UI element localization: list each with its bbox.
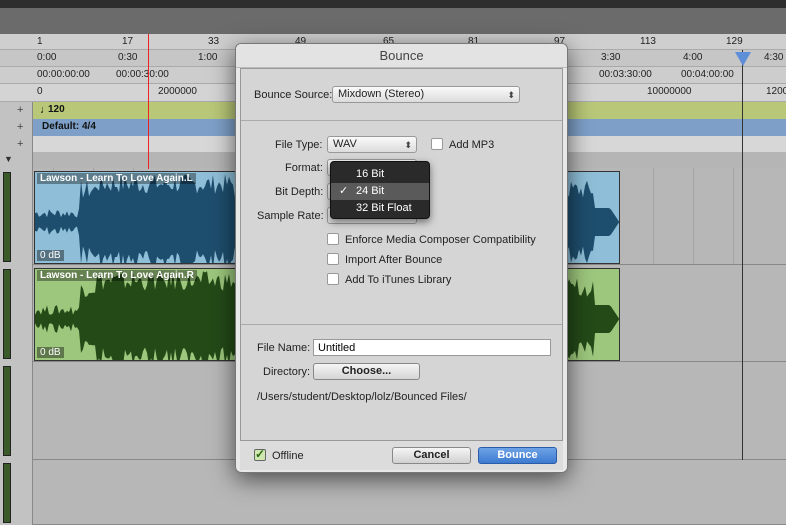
menu-item-16-bit[interactable]: 16 Bit xyxy=(331,166,429,183)
edit-cursor-line xyxy=(742,50,743,460)
samples-tick: 2000000 xyxy=(158,86,197,97)
bar-tick: 1 xyxy=(37,36,43,47)
bit-depth-menu: 16 Bit ✓ 24 Bit 32 Bit Float xyxy=(330,161,430,219)
timecode-tick: 00:04:00:00 xyxy=(681,69,734,80)
menu-item-label: 16 Bit xyxy=(356,168,385,180)
minsec-tick: 4:00 xyxy=(683,52,703,63)
bar-tick: 113 xyxy=(640,36,656,47)
clip-name: Lawson - Learn To Love Again.R xyxy=(37,270,197,281)
file-type-label: File Type: xyxy=(275,139,323,151)
dialog-footer: ✓ Offline Cancel Bounce xyxy=(240,440,563,470)
minsec-tick: 4:30 xyxy=(764,52,784,63)
offline-label: Offline xyxy=(272,450,304,462)
import-after-checkbox[interactable] xyxy=(327,253,339,265)
file-type-select[interactable]: WAV ⬍ xyxy=(327,136,417,153)
menu-item-24-bit[interactable]: ✓ 24 Bit xyxy=(331,183,429,200)
timecode-tick: 00:03:30:00 xyxy=(599,69,652,80)
clip-name: Lawson - Learn To Love Again.L xyxy=(37,173,196,184)
samples-tick: 1200 xyxy=(766,86,786,97)
chevron-down-icon: ⬍ xyxy=(404,140,412,150)
samples-tick: 10000000 xyxy=(647,86,692,97)
format-label: Format: xyxy=(285,162,323,174)
level-meter xyxy=(3,269,11,359)
bounce-dialog: Bounce Bounce Source: Mixdown (Stereo) ⬍… xyxy=(235,43,568,473)
import-after-label: Import After Bounce xyxy=(345,254,443,266)
file-type-value: WAV xyxy=(333,138,357,150)
add-itunes-checkbox[interactable] xyxy=(327,273,339,285)
minsec-tick: 3:30 xyxy=(601,52,621,63)
bar-tick: 17 xyxy=(122,36,134,47)
minsec-tick: 0:00 xyxy=(37,52,57,63)
choose-directory-button[interactable]: Choose... xyxy=(313,363,420,380)
checkmark-icon: ✓ xyxy=(339,185,349,197)
level-meter xyxy=(3,172,11,262)
bounce-source-label: Bounce Source: xyxy=(254,89,333,101)
file-name-label: File Name: xyxy=(257,342,311,354)
playhead-line xyxy=(148,34,149,169)
bar-tick: 129 xyxy=(726,36,743,47)
add-tempo-icon[interactable]: + xyxy=(17,104,23,116)
top-strip xyxy=(0,0,786,8)
minsec-tick: 1:00 xyxy=(198,52,218,63)
divider xyxy=(241,120,562,121)
bounce-source-value: Mixdown (Stereo) xyxy=(338,88,425,100)
level-meter xyxy=(3,366,11,456)
directory-path: /Users/student/Desktop/lolz/Bounced File… xyxy=(257,391,467,403)
toolbar-area xyxy=(0,8,786,34)
checkmark-icon: ✓ xyxy=(255,447,266,461)
add-marker-icon[interactable]: + xyxy=(17,138,23,150)
tempo-value: 120 xyxy=(48,104,65,115)
bounce-source-select[interactable]: Mixdown (Stereo) ⬍ xyxy=(332,86,520,103)
add-mp3-checkbox[interactable] xyxy=(431,138,443,150)
clip-gain[interactable]: 0 dB xyxy=(37,250,64,261)
menu-item-label: 32 Bit Float xyxy=(356,202,412,214)
dialog-title: Bounce xyxy=(236,44,567,68)
meter-value: Default: 4/4 xyxy=(42,121,96,132)
bit-depth-label: Bit Depth: xyxy=(275,186,324,198)
menu-item-label: 24 Bit xyxy=(356,185,385,197)
sample-rate-label: Sample Rate: xyxy=(257,210,324,222)
dialog-body: Bounce Source: Mixdown (Stereo) ⬍ File T… xyxy=(240,68,563,470)
minsec-tick: 0:30 xyxy=(118,52,138,63)
timecode-tick: 00:00:30:00 xyxy=(116,69,169,80)
track-menu-icon[interactable]: ▼ xyxy=(4,154,13,164)
clip-gain[interactable]: 0 dB xyxy=(37,347,64,358)
samples-tick: 0 xyxy=(37,86,43,97)
timecode-tick: 00:00:00:00 xyxy=(37,69,90,80)
chevron-down-icon: ⬍ xyxy=(507,90,515,100)
enforce-compat-label: Enforce Media Composer Compatibility xyxy=(345,234,536,246)
bar-tick: 33 xyxy=(208,36,220,47)
add-mp3-label: Add MP3 xyxy=(449,139,495,151)
add-meter-icon[interactable]: + xyxy=(17,121,23,133)
add-itunes-label: Add To iTunes Library xyxy=(345,274,452,286)
divider xyxy=(241,324,562,325)
edit-cursor-icon[interactable] xyxy=(735,52,751,66)
cancel-button[interactable]: Cancel xyxy=(392,447,471,464)
file-name-input[interactable] xyxy=(313,339,551,356)
bounce-button[interactable]: Bounce xyxy=(478,447,557,464)
level-meter xyxy=(3,463,11,523)
directory-label: Directory: xyxy=(263,366,311,378)
menu-item-32-bit-float[interactable]: 32 Bit Float xyxy=(331,200,429,217)
offline-checkbox[interactable]: ✓ xyxy=(254,447,266,461)
enforce-compat-checkbox[interactable] xyxy=(327,233,339,245)
